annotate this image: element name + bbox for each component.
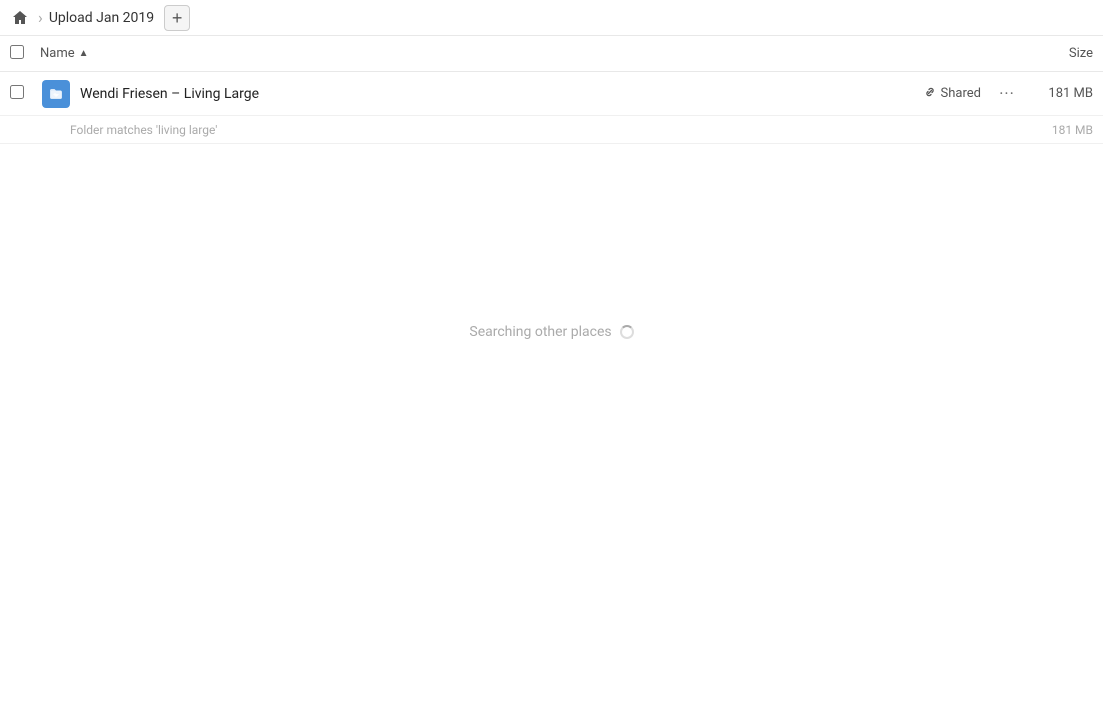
shared-label: Shared [941,86,981,101]
home-button[interactable] [8,6,32,30]
row-checkbox[interactable] [10,85,24,99]
header-checkbox-col [10,45,40,63]
folder-icon [42,80,70,108]
searching-section: Searching other places [0,144,1103,340]
row-checkbox-col [10,85,40,103]
sub-info-row: Folder matches 'living large' 181 MB [0,116,1103,144]
more-options-button[interactable]: ··· [993,80,1021,108]
sub-info-size: 181 MB [1033,123,1093,137]
searching-text: Searching other places [469,324,611,340]
breadcrumb-bar: › Upload Jan 2019 + [0,0,1103,36]
file-meta: Shared ··· 181 MB [923,80,1093,108]
select-all-checkbox[interactable] [10,45,24,59]
sub-info-text: Folder matches 'living large' [70,123,1033,137]
name-column-label: Name [40,46,75,61]
sort-arrow-icon: ▲ [79,48,89,59]
new-folder-button[interactable]: + [164,5,190,31]
link-icon [923,85,937,103]
column-headers: Name ▲ Size [0,36,1103,72]
file-size: 181 MB [1033,86,1093,101]
size-column-header[interactable]: Size [1013,46,1093,61]
breadcrumb-title: Upload Jan 2019 [49,10,154,26]
folder-icon-wrap [40,78,72,110]
breadcrumb-separator: › [38,8,43,27]
shared-badge: Shared [923,85,981,103]
name-column-header[interactable]: Name ▲ [40,46,1013,61]
loading-spinner [620,325,634,339]
file-name: Wendi Friesen – Living Large [80,86,923,102]
file-row[interactable]: Wendi Friesen – Living Large Shared ··· … [0,72,1103,116]
